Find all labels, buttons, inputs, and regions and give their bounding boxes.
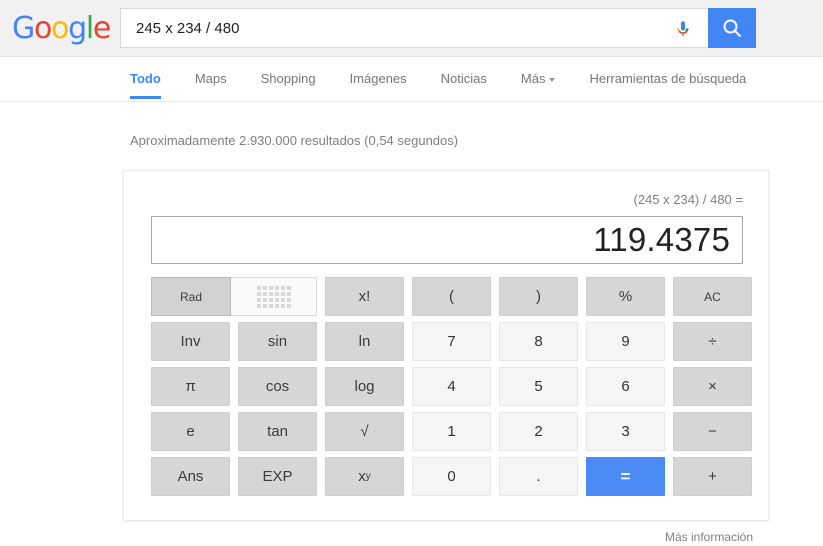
key-6[interactable]: 6 xyxy=(586,367,665,406)
key-9[interactable]: 9 xyxy=(586,322,665,361)
key-multiply[interactable]: × xyxy=(673,367,752,406)
key-e[interactable]: e xyxy=(151,412,230,451)
tab-label: Imágenes xyxy=(349,71,407,86)
search-nav-tabs: Todo Maps Shopping Imágenes Noticias Más… xyxy=(0,57,823,102)
tab-label: Todo xyxy=(130,71,161,86)
key-ans[interactable]: Ans xyxy=(151,457,230,496)
calculator-expression: (245 x 234) / 480 = xyxy=(633,192,744,207)
key-2[interactable]: 2 xyxy=(499,412,578,451)
tab-noticias[interactable]: Noticias xyxy=(441,71,487,99)
search-button[interactable] xyxy=(708,8,756,48)
key-rad-mode[interactable]: Rad xyxy=(151,277,231,316)
key-log[interactable]: log xyxy=(325,367,404,406)
key-keypad-toggle[interactable] xyxy=(231,277,317,316)
key-decimal-point[interactable]: . xyxy=(499,457,578,496)
key-1[interactable]: 1 xyxy=(412,412,491,451)
tab-label: Noticias xyxy=(440,71,487,86)
key-5[interactable]: 5 xyxy=(499,367,578,406)
calculator-keypad: Rad x! ( ) % AC Inv sin ln 7 8 9 ÷ π cos… xyxy=(151,277,752,496)
key-equals[interactable]: = xyxy=(586,457,665,496)
tab-label: Más xyxy=(520,71,546,86)
microphone-icon[interactable] xyxy=(672,18,694,40)
tab-maps[interactable]: Maps xyxy=(195,71,227,99)
tab-label: Maps xyxy=(194,71,227,86)
key-power-base: x xyxy=(358,468,366,485)
search-input[interactable] xyxy=(134,9,644,47)
key-7[interactable]: 7 xyxy=(412,322,491,361)
tab-herramientas-de-busqueda[interactable]: Herramientas de búsqueda xyxy=(589,71,746,99)
key-ln[interactable]: ln xyxy=(325,322,404,361)
key-0[interactable]: 0 xyxy=(412,457,491,496)
key-all-clear[interactable]: AC xyxy=(673,277,752,316)
key-power[interactable]: xy xyxy=(325,457,404,496)
key-4[interactable]: 4 xyxy=(412,367,491,406)
chevron-down-icon xyxy=(549,77,556,82)
keypad-row: Ans EXP xy 0 . = + xyxy=(151,457,752,496)
keypad-grid-icon xyxy=(256,285,291,308)
key-power-exponent: y xyxy=(365,471,371,482)
keypad-row: Rad x! ( ) % AC xyxy=(151,277,752,316)
key-exp[interactable]: EXP xyxy=(238,457,317,496)
key-sqrt[interactable]: √ xyxy=(325,412,404,451)
keypad-row: e tan √ 1 2 3 − xyxy=(151,412,752,451)
key-open-paren[interactable]: ( xyxy=(412,277,491,316)
key-pi[interactable]: π xyxy=(151,367,230,406)
key-cos[interactable]: cos xyxy=(238,367,317,406)
key-sin[interactable]: sin xyxy=(238,322,317,361)
page-header: Google xyxy=(0,0,823,57)
key-close-paren[interactable]: ) xyxy=(499,277,578,316)
search-bar[interactable] xyxy=(120,8,708,48)
key-3[interactable]: 3 xyxy=(586,412,665,451)
tab-label: Herramientas de búsqueda xyxy=(589,71,747,86)
keypad-row: Inv sin ln 7 8 9 ÷ xyxy=(151,322,752,361)
google-logo[interactable]: Google xyxy=(12,13,111,45)
key-tan[interactable]: tan xyxy=(238,412,317,451)
calculator-result: 119.4375 xyxy=(593,221,730,258)
tab-mas[interactable]: Más xyxy=(521,71,556,99)
calculator-display[interactable]: 119.4375 xyxy=(151,216,743,264)
key-percent[interactable]: % xyxy=(586,277,665,316)
key-inv[interactable]: Inv xyxy=(151,322,230,361)
keypad-row: π cos log 4 5 6 × xyxy=(151,367,752,406)
tab-imagenes[interactable]: Imágenes xyxy=(350,71,407,99)
result-stats: Aproximadamente 2.930.000 resultados (0,… xyxy=(130,133,459,148)
tab-shopping[interactable]: Shopping xyxy=(261,71,316,99)
tab-label: Shopping xyxy=(260,71,316,86)
key-plus[interactable]: + xyxy=(673,457,752,496)
key-minus[interactable]: − xyxy=(673,412,752,451)
key-factorial[interactable]: x! xyxy=(325,277,404,316)
more-info-link[interactable]: Más información xyxy=(665,530,753,544)
key-8[interactable]: 8 xyxy=(499,322,578,361)
tab-todo[interactable]: Todo xyxy=(130,71,161,99)
key-divide[interactable]: ÷ xyxy=(673,322,752,361)
mode-keypad-combo: Rad xyxy=(151,277,317,316)
calculator-card: (245 x 234) / 480 = 119.4375 Rad x! ( ) xyxy=(123,170,769,521)
